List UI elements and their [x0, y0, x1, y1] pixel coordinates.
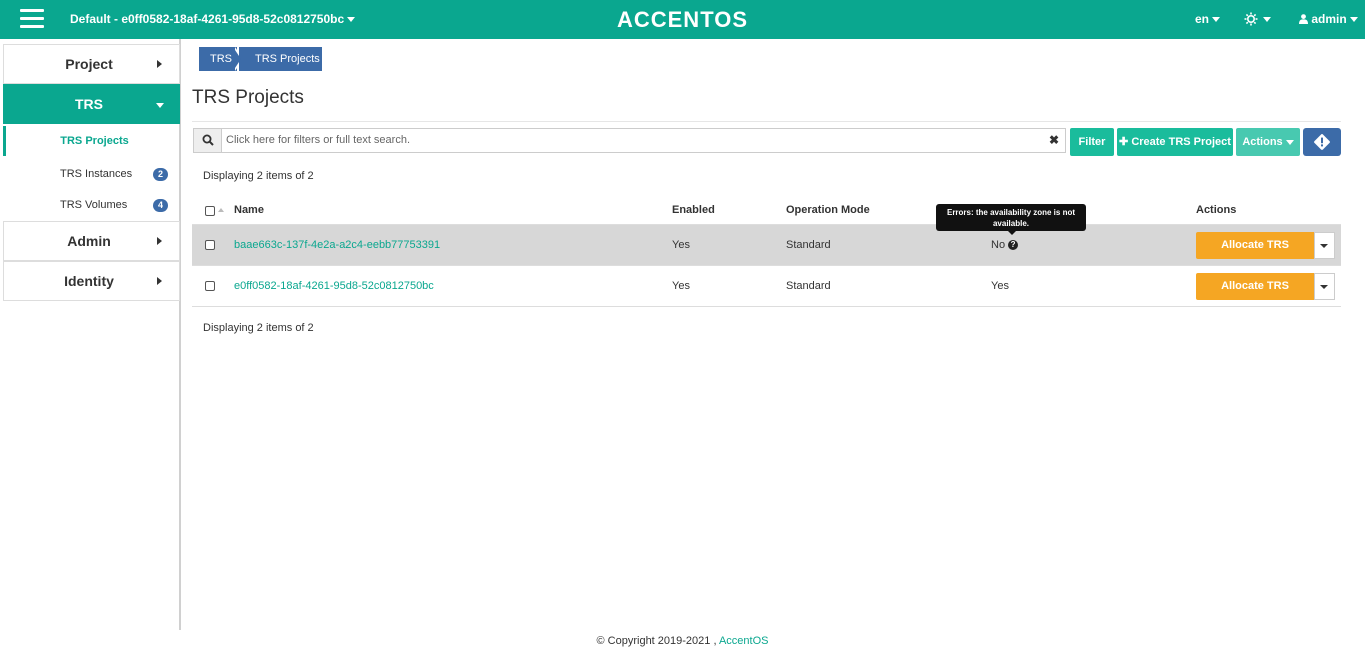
menu-toggle-icon[interactable]: [20, 9, 44, 29]
allocate-trs-instances-button[interactable]: Allocate TRS instances: [1196, 232, 1314, 278]
count-badge: 4: [153, 199, 168, 212]
search-icon: [194, 129, 222, 152]
user-icon: [1299, 14, 1308, 24]
enabled-value: Yes: [672, 280, 690, 292]
row-actions-dropdown[interactable]: [1314, 232, 1335, 259]
project-name-link[interactable]: e0ff0582-18af-4261-95d8-52c0812750bc: [234, 280, 434, 292]
page-title: TRS Projects: [192, 87, 304, 108]
chevron-down-icon: [1263, 16, 1271, 22]
question-icon[interactable]: ?: [1008, 240, 1019, 251]
actions-label: Actions: [1242, 136, 1283, 148]
sidebar: Project TRS TRS Projects TRS Instances 2…: [0, 39, 181, 630]
breadcrumb-item-trs-projects[interactable]: TRS Projects: [239, 47, 322, 71]
top-navbar: Default - e0ff0582-18af-4261-95d8-52c081…: [0, 0, 1365, 39]
copyright-text: © Copyright 2019-2021 ,: [596, 635, 717, 647]
clear-icon[interactable]: ✖: [1049, 133, 1059, 147]
breadcrumb-separator: [233, 47, 241, 71]
search-input[interactable]: [226, 132, 1026, 148]
item-count: Displaying 2 items of 2: [203, 170, 314, 182]
sidebar-item-trs-volumes[interactable]: TRS Volumes 4: [3, 190, 180, 220]
availability-label: No: [991, 239, 1006, 251]
availability-value: Yes: [991, 280, 1009, 292]
chevron-right-icon: [157, 237, 162, 245]
count-badge: 2: [153, 168, 168, 181]
column-header-enabled[interactable]: Enabled: [672, 204, 715, 216]
footer: © Copyright 2019-2021 , AccentOS: [0, 635, 1365, 647]
actions-dropdown-button[interactable]: Actions: [1236, 128, 1300, 156]
info-icon: [1314, 134, 1330, 150]
project-name-link[interactable]: baae663c-137f-4e2a-a2c4-eebb77753391: [234, 239, 440, 251]
sidebar-item-label: Identity: [64, 273, 114, 289]
create-label: Create TRS Project: [1131, 136, 1231, 148]
sidebar-item-trs-instances[interactable]: TRS Instances 2: [3, 159, 180, 189]
language-label: en: [1195, 12, 1210, 26]
chevron-down-icon: [1320, 244, 1328, 248]
plus-icon: ✚: [1119, 136, 1132, 148]
allocate-trs-instances-button[interactable]: Allocate TRS instances: [1196, 273, 1314, 319]
availability-tooltip: Errors: the availability zone is not ava…: [936, 204, 1086, 235]
chevron-down-icon: [347, 17, 356, 23]
table-row: baae663c-137f-4e2a-a2c4-eebb77753391 Yes…: [192, 225, 1341, 278]
language-selector[interactable]: en: [1195, 12, 1221, 26]
chevron-down-icon: [156, 103, 164, 108]
sidebar-item-identity[interactable]: Identity: [3, 261, 180, 301]
column-header-name[interactable]: Name: [234, 204, 264, 216]
sidebar-item-label: Admin: [67, 233, 111, 249]
sidebar-item-label: Project: [65, 56, 113, 72]
enabled-value: Yes: [672, 239, 690, 251]
info-button[interactable]: [1303, 128, 1341, 156]
user-menu[interactable]: admin: [1299, 12, 1358, 26]
breadcrumb-item-trs[interactable]: TRS: [199, 47, 237, 71]
search-bar: ✖: [193, 128, 1066, 153]
sidebar-item-admin[interactable]: Admin: [3, 221, 180, 261]
chevron-down-icon: [1212, 17, 1221, 23]
sidebar-item-trs-projects[interactable]: TRS Projects: [3, 126, 180, 156]
sidebar-item-label: TRS Projects: [60, 135, 129, 147]
filter-button[interactable]: Filter: [1070, 128, 1114, 156]
column-header-operation-mode[interactable]: Operation Mode: [786, 204, 870, 216]
sort-icon[interactable]: [218, 208, 224, 212]
availability-value: No?: [991, 239, 1019, 251]
divider: [192, 121, 1341, 122]
chevron-down-icon: [1349, 17, 1358, 23]
item-count: Displaying 2 items of 2: [203, 322, 314, 334]
user-name: admin: [1311, 12, 1347, 26]
project-switcher[interactable]: Default - e0ff0582-18af-4261-95d8-52c081…: [70, 12, 356, 26]
sidebar-item-label: TRS: [75, 96, 103, 112]
theme-selector[interactable]: [1244, 10, 1271, 27]
column-header-actions: Actions: [1196, 204, 1237, 216]
project-switcher-label: Default - e0ff0582-18af-4261-95d8-52c081…: [70, 12, 345, 26]
table-row: e0ff0582-18af-4261-95d8-52c0812750bc Yes…: [192, 266, 1341, 319]
create-trs-project-button[interactable]: ✚ Create TRS Project: [1117, 128, 1233, 156]
chevron-down-icon: [1320, 285, 1328, 289]
select-all-checkbox[interactable]: [205, 206, 215, 216]
chevron-down-icon: [1285, 139, 1294, 145]
sidebar-item-trs[interactable]: TRS: [3, 84, 180, 124]
operation-mode-value: Standard: [786, 280, 831, 292]
chevron-right-icon: [157, 60, 162, 68]
footer-brand-link[interactable]: AccentOS: [719, 635, 769, 647]
row-actions-dropdown[interactable]: [1314, 273, 1335, 300]
chevron-right-icon: [157, 277, 162, 285]
operation-mode-value: Standard: [786, 239, 831, 251]
sidebar-item-project[interactable]: Project: [3, 44, 180, 84]
sun-icon: [1244, 12, 1258, 26]
row-checkbox[interactable]: [205, 240, 215, 250]
row-checkbox[interactable]: [205, 281, 215, 291]
